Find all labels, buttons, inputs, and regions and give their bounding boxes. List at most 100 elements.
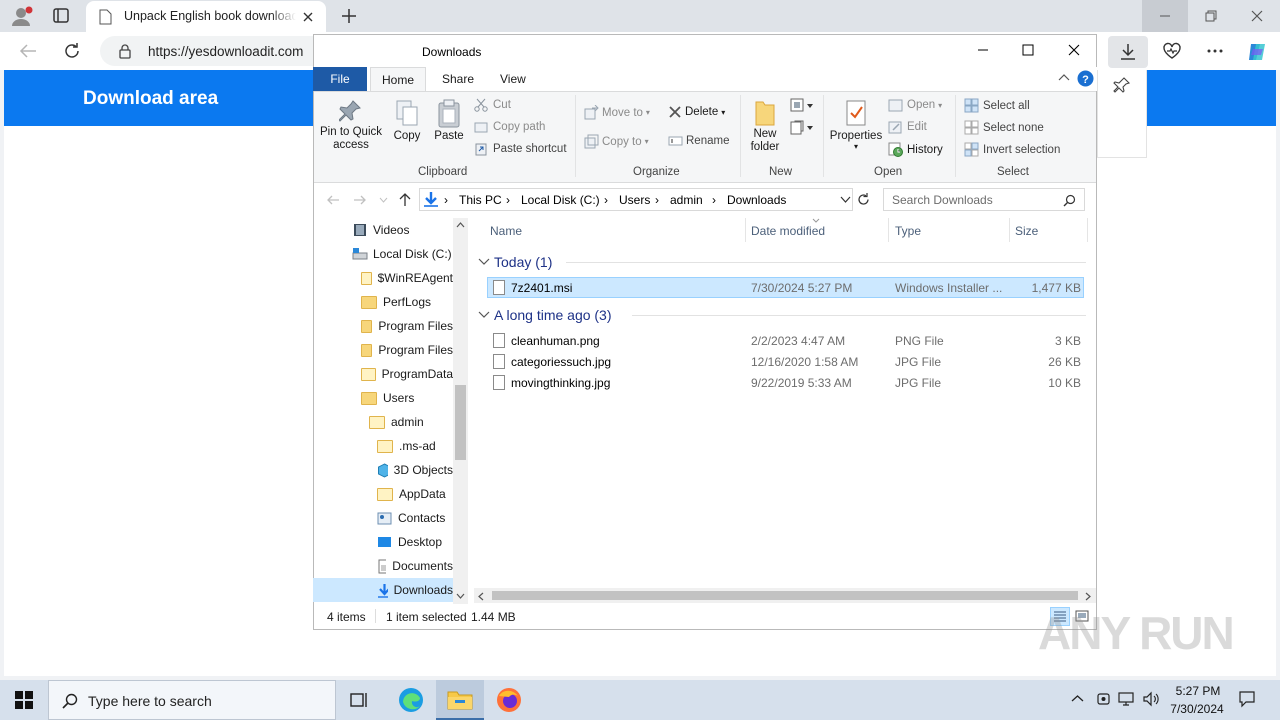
column-divider[interactable]: [1009, 218, 1010, 242]
invert-selection-button[interactable]: Invert selection: [964, 142, 1060, 157]
paste-shortcut-button[interactable]: Paste shortcut: [474, 142, 567, 156]
search-box[interactable]: Search Downloads: [883, 188, 1085, 211]
tree-item-videos[interactable]: Videos: [353, 218, 409, 242]
up-folder-icon[interactable]: [398, 192, 412, 207]
browser-tab-active[interactable]: Unpack English book download: [86, 1, 326, 32]
easy-access-icon[interactable]: [790, 120, 814, 136]
explorer-close-button[interactable]: [1051, 34, 1097, 66]
tree-item-desktop[interactable]: Desktop: [377, 530, 453, 554]
group-header-today[interactable]: Today (1): [494, 254, 552, 270]
profile-avatar-icon[interactable]: [8, 4, 36, 28]
group-header-long-ago[interactable]: A long time ago (3): [494, 307, 612, 323]
cut-button[interactable]: Cut: [474, 98, 511, 112]
browser-downloads-button[interactable]: [1108, 36, 1148, 68]
breadcrumb-local-disk[interactable]: Local Disk (C:): [521, 193, 600, 207]
copy-to-button[interactable]: Copy to ▾: [584, 134, 649, 149]
refresh-icon[interactable]: [857, 193, 870, 206]
paste-button[interactable]: Paste: [432, 98, 466, 142]
recent-locations-icon[interactable]: [379, 197, 388, 203]
delete-button[interactable]: Delete ▾: [668, 105, 725, 119]
task-view-button[interactable]: [336, 680, 384, 720]
tree-item-local-disk[interactable]: Local Disk (C:): [352, 242, 452, 266]
breadcrumb-users[interactable]: Users: [619, 193, 650, 207]
tree-item-winreagent[interactable]: $WinREAgent: [361, 266, 453, 290]
taskbar-file-explorer-button[interactable]: [436, 680, 484, 720]
explorer-maximize-button[interactable]: [1005, 34, 1051, 66]
volume-icon[interactable]: [1142, 691, 1160, 707]
tab-actions-icon[interactable]: [48, 4, 74, 28]
group-collapse-icon[interactable]: [478, 258, 490, 266]
new-item-icon[interactable]: [790, 98, 814, 114]
browser-restore-button[interactable]: [1188, 0, 1234, 32]
taskbar-edge-button[interactable]: [387, 680, 435, 720]
device-icon[interactable]: [1096, 691, 1111, 707]
ribbon-tab-home[interactable]: Home: [370, 67, 426, 92]
close-tab-icon[interactable]: [302, 11, 314, 23]
ribbon-tab-view[interactable]: View: [500, 67, 526, 91]
nav-back-icon[interactable]: [326, 194, 340, 206]
taskbar-firefox-button[interactable]: [485, 680, 533, 720]
tree-scrollbar-thumb[interactable]: [455, 385, 466, 460]
file-name[interactable]: movingthinking.jpg: [511, 376, 610, 390]
collapse-ribbon-icon[interactable]: [1058, 73, 1070, 81]
back-icon[interactable]: [18, 42, 38, 60]
browser-close-button[interactable]: [1234, 0, 1280, 32]
tree-item-appdata[interactable]: AppData: [377, 482, 453, 506]
ribbon-tab-file[interactable]: File: [313, 67, 367, 91]
breadcrumb-downloads[interactable]: Downloads: [727, 193, 786, 207]
file-name[interactable]: 7z2401.msi: [511, 281, 572, 295]
lock-icon[interactable]: [118, 43, 132, 59]
breadcrumb-this-pc[interactable]: This PC: [459, 193, 502, 207]
column-divider[interactable]: [1087, 218, 1088, 242]
clock-date[interactable]: 7/30/2024: [1166, 702, 1228, 716]
move-to-button[interactable]: Move to ▾: [584, 105, 650, 120]
history-button[interactable]: History: [888, 142, 943, 157]
column-header-size[interactable]: Size: [1015, 224, 1038, 238]
scroll-left-icon[interactable]: [478, 592, 484, 601]
tree-item-admin[interactable]: admin: [369, 410, 453, 434]
pin-icon[interactable]: [1113, 76, 1131, 94]
refresh-icon[interactable]: [62, 41, 82, 61]
nav-forward-icon[interactable]: [353, 194, 367, 206]
scroll-up-icon[interactable]: [456, 222, 465, 228]
tree-item-downloads[interactable]: Downloads: [377, 578, 453, 602]
tree-item-3d-objects[interactable]: 3D Objects: [377, 458, 453, 482]
properties-button[interactable]: Properties ▾: [828, 98, 884, 151]
breadcrumb-admin[interactable]: admin: [670, 193, 703, 207]
copilot-icon[interactable]: [1245, 40, 1269, 64]
tree-item-documents[interactable]: Documents: [377, 554, 453, 578]
new-tab-icon[interactable]: [340, 7, 358, 25]
explorer-minimize-button[interactable]: [960, 34, 1006, 66]
clock-time[interactable]: 5:27 PM: [1170, 684, 1226, 698]
horizontal-scrollbar-thumb[interactable]: [492, 591, 1078, 600]
copy-button[interactable]: Copy: [390, 98, 424, 142]
url-text[interactable]: https://yesdownloadit.com: [148, 44, 303, 59]
notification-center-icon[interactable]: [1238, 690, 1256, 708]
rename-button[interactable]: Rename: [668, 134, 729, 148]
tree-item-programdata[interactable]: ProgramData: [361, 362, 453, 386]
scroll-right-icon[interactable]: [1085, 592, 1091, 601]
tree-item-perflogs[interactable]: PerfLogs: [361, 290, 453, 314]
browser-minimize-button[interactable]: [1142, 0, 1188, 32]
show-hidden-icons-icon[interactable]: [1071, 694, 1084, 703]
taskbar-search-box[interactable]: Type here to search: [48, 680, 336, 720]
column-divider[interactable]: [745, 218, 746, 242]
path-dropdown-icon[interactable]: [840, 196, 851, 203]
scroll-down-icon[interactable]: [456, 593, 465, 599]
column-header-date[interactable]: Date modified: [751, 224, 825, 238]
edit-button[interactable]: Edit: [888, 120, 927, 134]
group-collapse-icon[interactable]: [478, 311, 490, 319]
search-icon[interactable]: [1063, 194, 1076, 207]
select-all-button[interactable]: Select all: [964, 98, 1030, 113]
open-button[interactable]: Open ▾: [888, 98, 942, 112]
new-folder-button[interactable]: New folder: [748, 98, 782, 154]
column-header-name[interactable]: Name: [490, 224, 522, 238]
tree-item-users[interactable]: Users: [361, 386, 453, 410]
column-header-type[interactable]: Type: [895, 224, 921, 238]
start-button[interactable]: [0, 680, 48, 720]
tree-item-contacts[interactable]: Contacts: [377, 506, 453, 530]
tree-item-program-files[interactable]: Program Files: [361, 314, 453, 338]
file-name[interactable]: cleanhuman.png: [511, 334, 600, 348]
tree-item-program-files-x86[interactable]: Program Files: [361, 338, 453, 362]
help-icon[interactable]: ?: [1077, 70, 1094, 87]
